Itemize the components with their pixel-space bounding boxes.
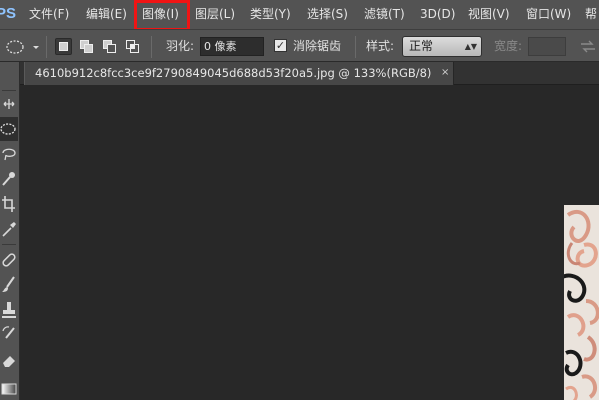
menu-help[interactable]: 帮: [585, 0, 597, 29]
gradient-tool[interactable]: [0, 374, 18, 398]
elliptical-marquee-preset-icon: [6, 40, 24, 54]
document-image[interactable]: [564, 205, 599, 400]
menu-filter[interactable]: 滤镜(T): [364, 0, 405, 29]
feather-label: 羽化:: [166, 39, 195, 53]
floral-image-thumbnail: [564, 205, 599, 400]
feather-input[interactable]: 0 像素: [200, 37, 264, 56]
document-tab[interactable]: 4610b912c8fcc3ce9f2790849045d688d53f20a5…: [24, 62, 454, 85]
clone-stamp-icon: [2, 302, 16, 318]
crop-icon: [2, 196, 15, 212]
document-tab-bar: 4610b912c8fcc3ce9f2790849045d688d53f20a5…: [20, 62, 599, 85]
elliptical-marquee-icon: [0, 123, 16, 135]
healing-brush-icon: [2, 253, 16, 267]
new-selection-icon: [59, 42, 68, 51]
tool-preset-picker[interactable]: [4, 39, 40, 55]
new-selection-button[interactable]: [55, 38, 72, 55]
lasso-icon: [2, 148, 16, 161]
style-select[interactable]: 正常 ▲▼: [402, 36, 482, 57]
options-bar: 羽化: 0 像素 ✓ 消除锯齿 样式: 正常 ▲▼ 宽度:: [0, 29, 599, 62]
subtract-from-selection-button[interactable]: [101, 38, 118, 55]
updown-caret-icon: ▲▼: [464, 42, 477, 51]
menu-layer[interactable]: 图层(L): [195, 0, 235, 29]
toolbox: [0, 62, 20, 400]
add-to-selection-button[interactable]: [78, 38, 95, 55]
eraser-tool[interactable]: [0, 348, 18, 372]
menu-file[interactable]: 文件(F): [29, 0, 69, 29]
intersect-selection-button[interactable]: [124, 38, 141, 55]
menu-3d[interactable]: 3D(D): [420, 0, 455, 29]
eyedropper-icon: [2, 222, 16, 237]
brush-icon: [2, 276, 15, 292]
width-input[interactable]: [528, 37, 566, 56]
style-label: 样式:: [366, 39, 395, 53]
antialias-checkbox[interactable]: ✓: [274, 39, 287, 52]
menu-window[interactable]: 窗口(W): [526, 0, 571, 29]
divider: [46, 36, 47, 58]
healing-brush-tool[interactable]: [0, 248, 18, 272]
eyedropper-tool[interactable]: [0, 217, 18, 241]
intersect-selection-icon: [126, 40, 139, 53]
quick-selection-icon: [2, 172, 15, 186]
divider: [151, 36, 152, 58]
gradient-icon: [1, 383, 17, 395]
style-select-value: 正常: [409, 39, 434, 53]
menu-image-highlight: [134, 0, 190, 31]
menu-bar: PS 文件(F) 编辑(E) 图像(I) 图层(L) 类型(Y) 选择(S) 滤…: [0, 0, 599, 31]
move-tool-icon: [3, 99, 15, 109]
lasso-tool[interactable]: [0, 142, 18, 166]
divider: [2, 244, 16, 245]
subtract-from-selection-icon: [103, 40, 116, 53]
antialias-label: 消除锯齿: [293, 39, 342, 53]
menu-edit[interactable]: 编辑(E): [86, 0, 127, 29]
move-tool[interactable]: [0, 92, 18, 116]
menu-view[interactable]: 视图(V): [468, 0, 510, 29]
width-label: 宽度:: [494, 39, 523, 53]
swap-width-height-icon[interactable]: [580, 40, 596, 53]
document-tab-title: 4610b912c8fcc3ce9f2790849045d688d53f20a5…: [35, 66, 432, 80]
chevron-down-icon: [33, 46, 39, 49]
add-to-selection-icon: [80, 40, 93, 53]
eraser-icon: [3, 356, 15, 367]
crop-tool[interactable]: [0, 192, 18, 216]
clone-stamp-tool[interactable]: [0, 298, 18, 322]
menu-type[interactable]: 类型(Y): [250, 0, 291, 29]
quick-selection-tool[interactable]: [0, 167, 18, 191]
history-brush-tool[interactable]: [0, 323, 18, 347]
history-brush-icon: [2, 326, 15, 339]
menu-select[interactable]: 选择(S): [307, 0, 348, 29]
divider: [355, 36, 356, 58]
close-icon[interactable]: ×: [441, 62, 449, 84]
workspace-canvas-area[interactable]: [20, 85, 599, 400]
elliptical-marquee-tool[interactable]: [0, 117, 18, 141]
divider: [2, 90, 16, 91]
brush-tool[interactable]: [0, 273, 18, 297]
photoshop-logo[interactable]: PS: [0, 4, 16, 24]
